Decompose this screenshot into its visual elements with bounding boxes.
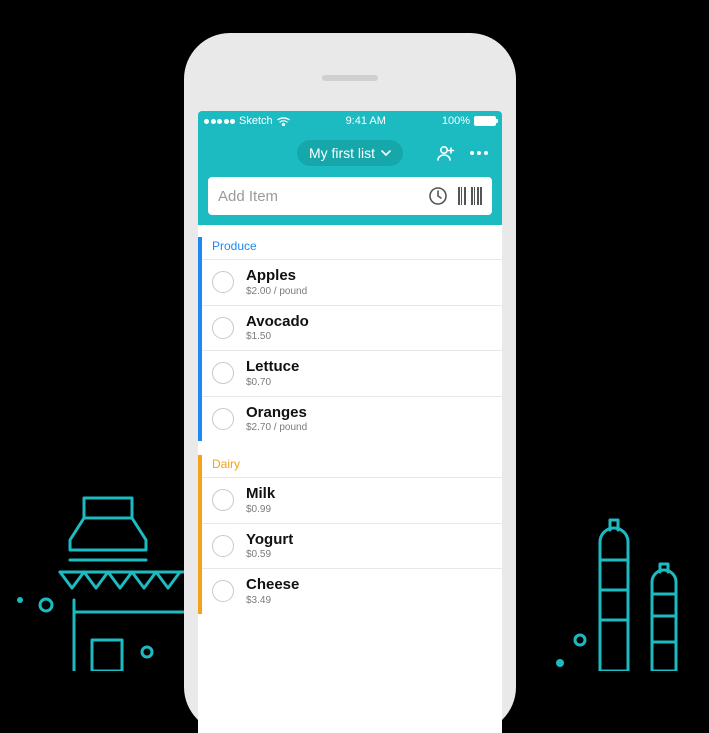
list-item[interactable]: Apples $2.00 / pound <box>198 259 502 305</box>
item-name: Oranges <box>246 405 307 422</box>
item-price: $0.99 <box>246 504 275 515</box>
item-price: $0.59 <box>246 549 293 560</box>
item-name: Cheese <box>246 577 299 594</box>
item-price: $3.49 <box>246 595 299 606</box>
category-color-bar <box>198 455 202 614</box>
list-selector-button[interactable]: My first list <box>297 140 403 166</box>
list-item[interactable]: Cheese $3.49 <box>198 568 502 614</box>
add-item-bar <box>208 177 492 215</box>
list-item[interactable]: Yogurt $0.59 <box>198 523 502 569</box>
item-price: $0.70 <box>246 377 299 388</box>
person-plus-icon <box>436 145 456 161</box>
item-price: $1.50 <box>246 331 309 342</box>
checkbox[interactable] <box>212 271 234 293</box>
checkbox[interactable] <box>212 362 234 384</box>
list-item[interactable]: Avocado $1.50 <box>198 305 502 351</box>
chevron-down-icon <box>381 150 391 156</box>
battery-icon <box>474 116 496 126</box>
category-color-bar <box>198 237 202 441</box>
list-title-label: My first list <box>309 145 375 161</box>
list-item[interactable]: Milk $0.99 <box>198 477 502 523</box>
item-name: Milk <box>246 486 275 503</box>
item-name: Yogurt <box>246 532 293 549</box>
add-item-input[interactable] <box>218 188 418 205</box>
list-item[interactable]: Lettuce $0.70 <box>198 350 502 396</box>
checkbox[interactable] <box>212 535 234 557</box>
item-price: $2.70 / pound <box>246 422 307 433</box>
checkbox[interactable] <box>212 489 234 511</box>
checkbox[interactable] <box>212 580 234 602</box>
checkbox[interactable] <box>212 317 234 339</box>
clock-icon <box>428 186 448 206</box>
item-name: Avocado <box>246 314 309 331</box>
category-dairy: Dairy Milk $0.99 Yogurt $0.59 <box>198 455 502 614</box>
list-body[interactable]: Produce Apples $2.00 / pound Avocado $1.… <box>198 225 502 733</box>
phone-screen: Sketch 9:41 AM 100% My first list <box>198 111 502 733</box>
item-price: $2.00 / pound <box>246 286 307 297</box>
app-header: My first list <box>198 131 502 225</box>
clock-label: 9:41 AM <box>346 115 386 127</box>
item-name: Lettuce <box>246 359 299 376</box>
category-title: Produce <box>198 237 502 259</box>
checkbox[interactable] <box>212 408 234 430</box>
phone-frame: Sketch 9:41 AM 100% My first list <box>184 33 516 733</box>
scan-barcode-button[interactable] <box>458 187 483 205</box>
more-button[interactable] <box>470 151 488 155</box>
add-collaborator-button[interactable] <box>436 145 456 161</box>
list-item[interactable]: Oranges $2.70 / pound <box>198 396 502 442</box>
category-produce: Produce Apples $2.00 / pound Avocado $1.… <box>198 237 502 441</box>
battery-pct-label: 100% <box>442 115 470 127</box>
signal-dots-icon <box>204 119 235 124</box>
recent-items-button[interactable] <box>428 186 448 206</box>
carrier-label: Sketch <box>239 115 273 127</box>
status-bar: Sketch 9:41 AM 100% <box>198 111 502 131</box>
category-title: Dairy <box>198 455 502 477</box>
wifi-icon <box>277 117 290 126</box>
item-name: Apples <box>246 268 307 285</box>
